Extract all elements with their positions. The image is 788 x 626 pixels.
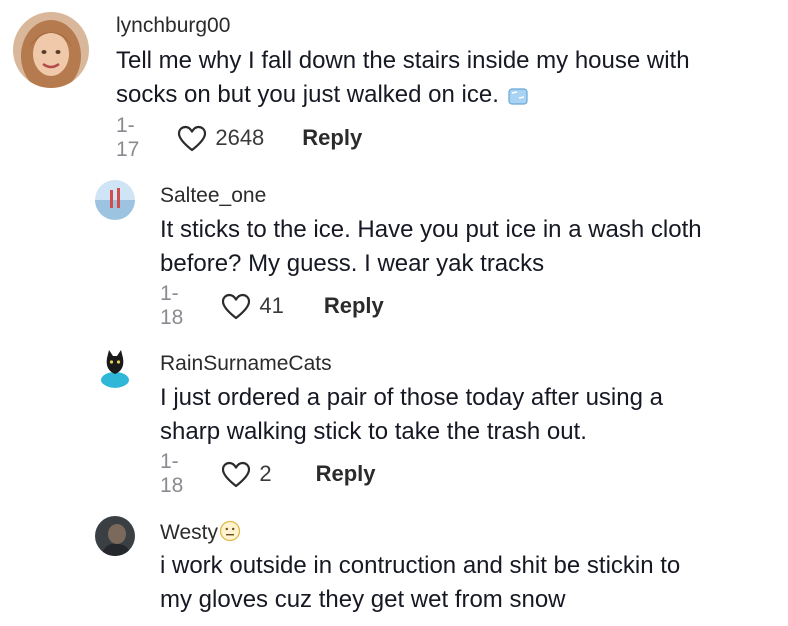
- avatar[interactable]: [95, 516, 135, 556]
- heart-icon: [178, 125, 207, 151]
- ice-cube-icon: [507, 82, 529, 116]
- comment-text-line: i work outside in contruction and shit b…: [160, 552, 681, 579]
- comment-text: Tell me why I fall down the stairs insid…: [116, 44, 690, 116]
- like-button[interactable]: 2648: [177, 125, 264, 152]
- comment-text-line-content: socks on but you just walked on ice.: [116, 81, 499, 108]
- comment-meta: 1-17 2648 Reply: [116, 114, 362, 161]
- comment-text-line-2: socks on but you just walked on ice.: [116, 78, 690, 116]
- comment-meta: 1-18 41 Reply: [160, 282, 384, 329]
- heart-icon: [222, 293, 251, 319]
- comment-username-text: Westy: [160, 521, 218, 544]
- like-count: 41: [259, 293, 284, 318]
- comment-text: I just ordered a pair of those today aft…: [160, 381, 663, 449]
- neutral-face-icon: [219, 520, 241, 548]
- comment-username[interactable]: lynchburg00: [116, 14, 230, 38]
- avatar[interactable]: [95, 180, 135, 220]
- like-count: 2648: [215, 125, 265, 150]
- comment-date: 1-18: [160, 450, 184, 497]
- comment-username[interactable]: Saltee_one: [160, 184, 266, 208]
- comment-text-line: sharp walking stick to take the trash ou…: [160, 418, 587, 445]
- comment-username[interactable]: Westy: [160, 520, 241, 548]
- reply-button[interactable]: Reply: [324, 293, 384, 319]
- avatar[interactable]: [95, 348, 135, 388]
- avatar[interactable]: [13, 12, 89, 88]
- reply-button[interactable]: Reply: [316, 461, 376, 487]
- comment-text-line: Tell me why I fall down the stairs insid…: [116, 47, 690, 74]
- like-count: 2: [259, 461, 272, 486]
- comment-text: It sticks to the ice. Have you put ice i…: [160, 213, 702, 281]
- comment-date: 1-17: [116, 114, 140, 161]
- comment-meta: 1-18 2 Reply: [160, 450, 376, 497]
- like-button[interactable]: 41: [221, 293, 284, 320]
- comment-text: i work outside in contruction and shit b…: [160, 549, 680, 617]
- reply-button[interactable]: Reply: [302, 125, 362, 151]
- comment-text-line: It sticks to the ice. Have you put ice i…: [160, 216, 702, 243]
- comment-text-line: I just ordered a pair of those today aft…: [160, 384, 663, 411]
- comment-text-line: my gloves cuz they get wet from snow: [160, 586, 566, 613]
- like-button[interactable]: 2: [221, 461, 272, 488]
- comment-text-line: before? My guess. I wear yak tracks: [160, 250, 545, 277]
- heart-icon: [222, 461, 251, 487]
- comment-date: 1-18: [160, 282, 184, 329]
- comment-username[interactable]: RainSurnameCats: [160, 352, 332, 376]
